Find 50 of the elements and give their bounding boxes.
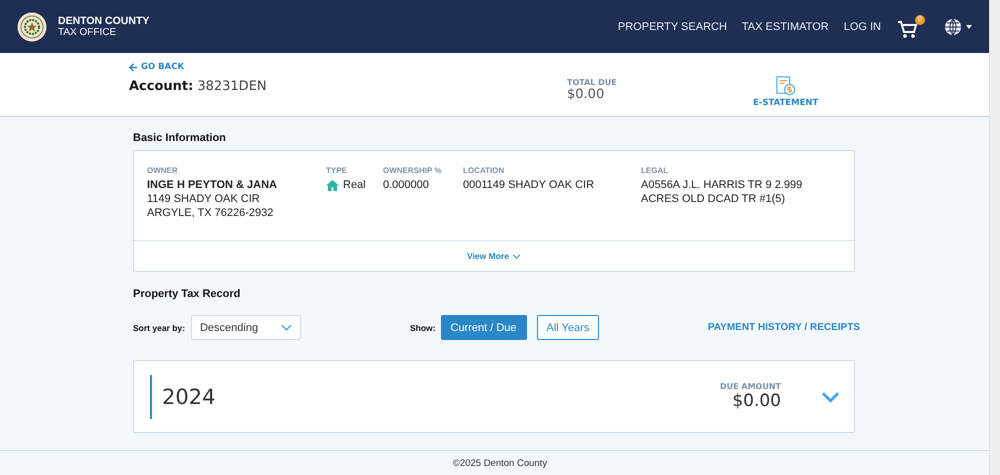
nav-link[interactable]: TAX ESTIMATOR bbox=[742, 20, 829, 32]
caret-icon bbox=[966, 24, 972, 28]
section-title: Basic Information bbox=[133, 132, 227, 144]
field-label: OWNER bbox=[147, 166, 179, 175]
chevron-down-icon bbox=[280, 324, 292, 331]
account-number: 38231DEN bbox=[197, 79, 267, 94]
field-label: LEGAL bbox=[641, 166, 670, 175]
field-value: INGE H PEYTON & JANA bbox=[147, 179, 278, 191]
field-value: ACRES OLD DCAD TR #1(5) bbox=[641, 193, 786, 205]
arrow-left-icon bbox=[129, 62, 138, 72]
tax-year-card[interactable]: 2024 DUE AMOUNT $0.00 bbox=[133, 360, 855, 433]
globe-icon bbox=[944, 18, 962, 36]
field-label: OWNERSHIP % bbox=[383, 166, 443, 175]
total-due-value: $0.00 bbox=[567, 87, 606, 102]
language-menu[interactable] bbox=[944, 18, 972, 36]
house-icon bbox=[326, 180, 339, 190]
field-label: LOCATION bbox=[463, 166, 506, 175]
due-amount-label: DUE AMOUNT bbox=[720, 382, 781, 391]
total-due-label: TOTAL DUE bbox=[567, 78, 618, 87]
tax-year: 2024 bbox=[150, 374, 720, 418]
statement-dollar-icon bbox=[776, 76, 796, 96]
chevron-down-icon bbox=[512, 254, 521, 258]
county-seal-icon bbox=[17, 12, 47, 42]
filter-toggle-button[interactable]: All Years bbox=[536, 315, 600, 340]
field-label: TYPE bbox=[326, 166, 348, 175]
due-amount-value: $0.00 bbox=[732, 391, 781, 411]
show-label: Show: bbox=[410, 322, 436, 332]
nav-link[interactable]: PROPERTY SEARCH bbox=[618, 20, 727, 32]
field-value: Real bbox=[343, 179, 366, 191]
account-label: Account: bbox=[129, 79, 194, 94]
brand-name: DENTON COUNTY bbox=[58, 16, 150, 26]
e-statement-link[interactable]: E-STATEMENT bbox=[753, 53, 818, 108]
field-value: 0001149 SHADY OAK CIR bbox=[463, 179, 596, 191]
scrollbar[interactable] bbox=[989, 0, 1000, 475]
section-title: Property Tax Record bbox=[133, 288, 242, 300]
brand-subtitle: TAX OFFICE bbox=[58, 26, 118, 38]
chevron-down-icon[interactable] bbox=[821, 390, 840, 402]
sort-label: Sort year by: bbox=[133, 322, 185, 332]
field-value: 0.000000 bbox=[383, 179, 430, 191]
payment-history-link[interactable]: PAYMENT HISTORY / RECEIPTS bbox=[708, 322, 860, 333]
view-more-link[interactable]: View More bbox=[467, 251, 521, 261]
field-value: ARGYLE, TX 76226-2932 bbox=[147, 207, 274, 219]
field-value: A0556A J.L. HARRIS TR 9 2.999 bbox=[641, 179, 802, 191]
sort-dropdown[interactable]: Descending bbox=[190, 315, 301, 340]
cart-icon bbox=[898, 20, 918, 38]
go-back-link[interactable]: GO BACK bbox=[129, 62, 184, 72]
field-value: 1149 SHADY OAK CIR bbox=[147, 193, 261, 205]
copyright-text: ©2025 Denton County bbox=[452, 458, 548, 468]
filter-toggle-button[interactable]: Current / Due bbox=[440, 315, 527, 340]
nav-link[interactable]: LOG IN bbox=[844, 20, 881, 32]
